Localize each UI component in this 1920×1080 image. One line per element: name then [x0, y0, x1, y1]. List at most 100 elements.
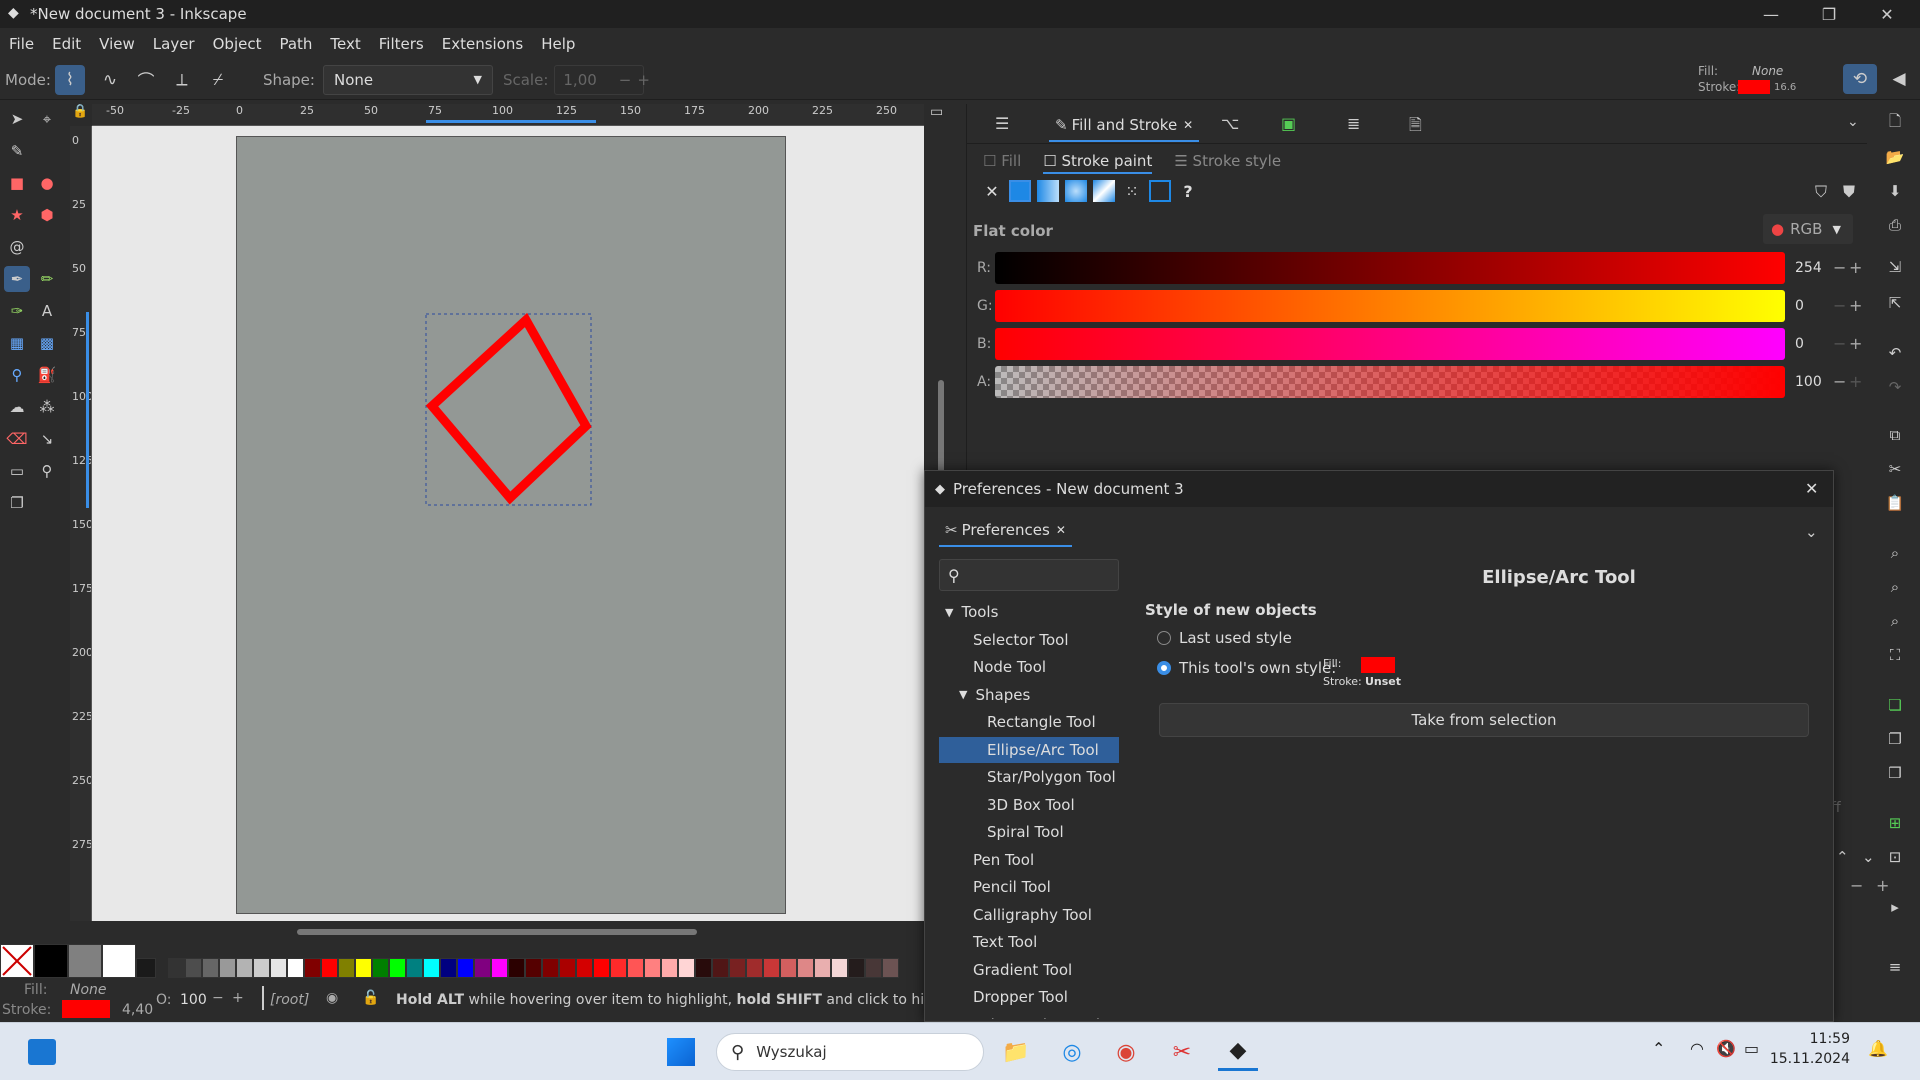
palette-swatch[interactable]: [559, 958, 576, 978]
tree-item[interactable]: Pen Tool: [939, 847, 1119, 873]
plus-icon[interactable]: +: [1849, 296, 1862, 315]
zoom-selection-icon[interactable]: ⌕: [1882, 540, 1908, 566]
menu-edit[interactable]: Edit: [43, 35, 90, 53]
palette-swatch[interactable]: [136, 958, 156, 978]
text-tool-icon[interactable]: A: [34, 298, 60, 324]
b-slider[interactable]: [995, 328, 1785, 360]
palette-swatch[interactable]: [440, 958, 457, 978]
zoom-page-icon[interactable]: ⌕: [1882, 608, 1908, 634]
tree-item[interactable]: Paint Bucket Tool: [939, 1012, 1119, 1020]
new-document-icon[interactable]: 🗋: [1882, 110, 1908, 136]
palette-swatch[interactable]: [202, 958, 219, 978]
palette-swatch[interactable]: [848, 958, 865, 978]
tray-overflow-chevron-icon[interactable]: ⌃: [1652, 1039, 1665, 1058]
plus-icon[interactable]: +: [232, 990, 244, 1006]
palette-swatch[interactable]: [372, 958, 389, 978]
palette-swatch[interactable]: [68, 944, 102, 978]
chevron-down-icon[interactable]: ⌄: [1862, 848, 1875, 866]
redo-icon[interactable]: ↷: [1882, 374, 1908, 400]
g-value[interactable]: 0: [1795, 298, 1831, 314]
no-paint-button[interactable]: ✕: [981, 182, 1003, 201]
menu-help[interactable]: Help: [532, 35, 584, 53]
xml-editor-tab-icon[interactable]: ⌥: [1221, 114, 1239, 133]
snap-popover-arrow-icon[interactable]: ◀: [1884, 64, 1914, 94]
save-document-icon[interactable]: ⬇: [1882, 178, 1908, 204]
ungroup-icon[interactable]: ⊡: [1882, 844, 1908, 870]
palette-swatch[interactable]: [102, 944, 136, 978]
dialog-menu-chevron-icon[interactable]: ⌄: [1805, 523, 1818, 541]
taskbar-search[interactable]: ⚲ Wyszukaj: [716, 1033, 984, 1071]
palette-swatch[interactable]: [34, 944, 68, 978]
palette-swatch[interactable]: [576, 958, 593, 978]
close-tab-icon[interactable]: ✕: [1056, 523, 1066, 537]
color-mode-dropdown[interactable]: ● RGB ▼: [1763, 214, 1853, 244]
export-tab-icon[interactable]: ▣: [1281, 114, 1296, 133]
expander-icon[interactable]: ▼: [945, 606, 953, 619]
expander-icon[interactable]: ▼: [959, 688, 967, 701]
status-fill-value[interactable]: None: [70, 982, 107, 998]
palette-swatch[interactable]: [168, 958, 185, 978]
horizontal-scrollbar[interactable]: [297, 929, 697, 935]
g-slider[interactable]: [995, 290, 1785, 322]
preferences-search-input[interactable]: ⚲: [939, 559, 1119, 591]
eye-icon[interactable]: ◉: [326, 990, 338, 1006]
straight-mode-button[interactable]: ⌿: [203, 65, 233, 95]
palette-swatch[interactable]: [695, 958, 712, 978]
zoom-drawing-icon[interactable]: ⌕: [1882, 574, 1908, 600]
close-dialog-button[interactable]: ✕: [1805, 479, 1818, 498]
style-indicator[interactable]: Fill: None Stroke: 16.6: [1690, 62, 1800, 98]
plus-icon[interactable]: +: [1849, 258, 1862, 277]
minus-icon[interactable]: −: [1833, 258, 1846, 277]
plus-icon[interactable]: +: [1876, 876, 1889, 895]
palette-swatch[interactable]: [185, 958, 202, 978]
palette-swatch[interactable]: [746, 958, 763, 978]
notification-bell-icon[interactable]: 🔔: [1868, 1039, 1888, 1058]
stroke-style-subtab[interactable]: ☰ Stroke style: [1174, 152, 1281, 174]
palette-swatch[interactable]: [882, 958, 899, 978]
menu-object[interactable]: Object: [204, 35, 271, 53]
palette-swatch[interactable]: [253, 958, 270, 978]
radial-gradient-button[interactable]: [1065, 180, 1087, 202]
tree-item[interactable]: Selector Tool: [939, 627, 1119, 653]
fill-rule-evenodd-icon[interactable]: ⛉: [1815, 182, 1827, 202]
r-value[interactable]: 254: [1795, 260, 1831, 276]
tree-item[interactable]: Star/Polygon Tool: [939, 764, 1119, 790]
palette-swatch[interactable]: [712, 958, 729, 978]
tweak2-tool-icon[interactable]: ☁: [4, 394, 30, 420]
palette-swatch[interactable]: [763, 958, 780, 978]
tree-item[interactable]: Text Tool: [939, 929, 1119, 955]
open-document-icon[interactable]: 📂: [1882, 144, 1908, 170]
palette-swatch[interactable]: [729, 958, 746, 978]
wifi-icon[interactable]: ◠: [1690, 1039, 1704, 1058]
palette-swatch[interactable]: [831, 958, 848, 978]
layers-tab-icon[interactable]: ☰: [995, 114, 1009, 133]
pencil-tool-icon[interactable]: ✏: [34, 266, 60, 292]
fill-rule-nonzero-icon[interactable]: ⛊: [1843, 182, 1855, 202]
clone-icon[interactable]: ❐: [1882, 726, 1908, 752]
cut-icon[interactable]: ✂: [1882, 456, 1908, 482]
plus-icon[interactable]: +: [1849, 372, 1862, 391]
battery-icon[interactable]: ▭: [1744, 1039, 1759, 1058]
snap-toggle-button[interactable]: ⟲: [1843, 64, 1877, 94]
palette-swatch[interactable]: [321, 958, 338, 978]
undo-icon[interactable]: ↶: [1882, 340, 1908, 366]
spiral-tool-icon[interactable]: @: [4, 234, 30, 260]
palette-swatch[interactable]: [389, 958, 406, 978]
a-slider[interactable]: [995, 366, 1785, 398]
selector-tool-icon[interactable]: ➤: [4, 106, 30, 132]
spray-tool-icon[interactable]: ⁂: [34, 394, 60, 420]
align-tab-icon[interactable]: ≣: [1347, 114, 1360, 133]
palette-swatch[interactable]: [627, 958, 644, 978]
volume-muted-icon[interactable]: 🔇: [1716, 1039, 1736, 1058]
palette-swatch[interactable]: [270, 958, 287, 978]
flat-color-button[interactable]: [1009, 180, 1031, 202]
palette-swatch[interactable]: [780, 958, 797, 978]
b-value[interactable]: 0: [1795, 336, 1831, 352]
minus-icon[interactable]: −: [1850, 876, 1863, 895]
more-arrow-icon[interactable]: ▸: [1882, 894, 1908, 920]
shape-dropdown[interactable]: None ▼: [322, 64, 493, 95]
pen-tool-icon[interactable]: ✒: [4, 266, 30, 292]
spiro-mode-button[interactable]: ∿: [95, 65, 125, 95]
palette-swatch[interactable]: [865, 958, 882, 978]
r-slider[interactable]: [995, 252, 1785, 284]
